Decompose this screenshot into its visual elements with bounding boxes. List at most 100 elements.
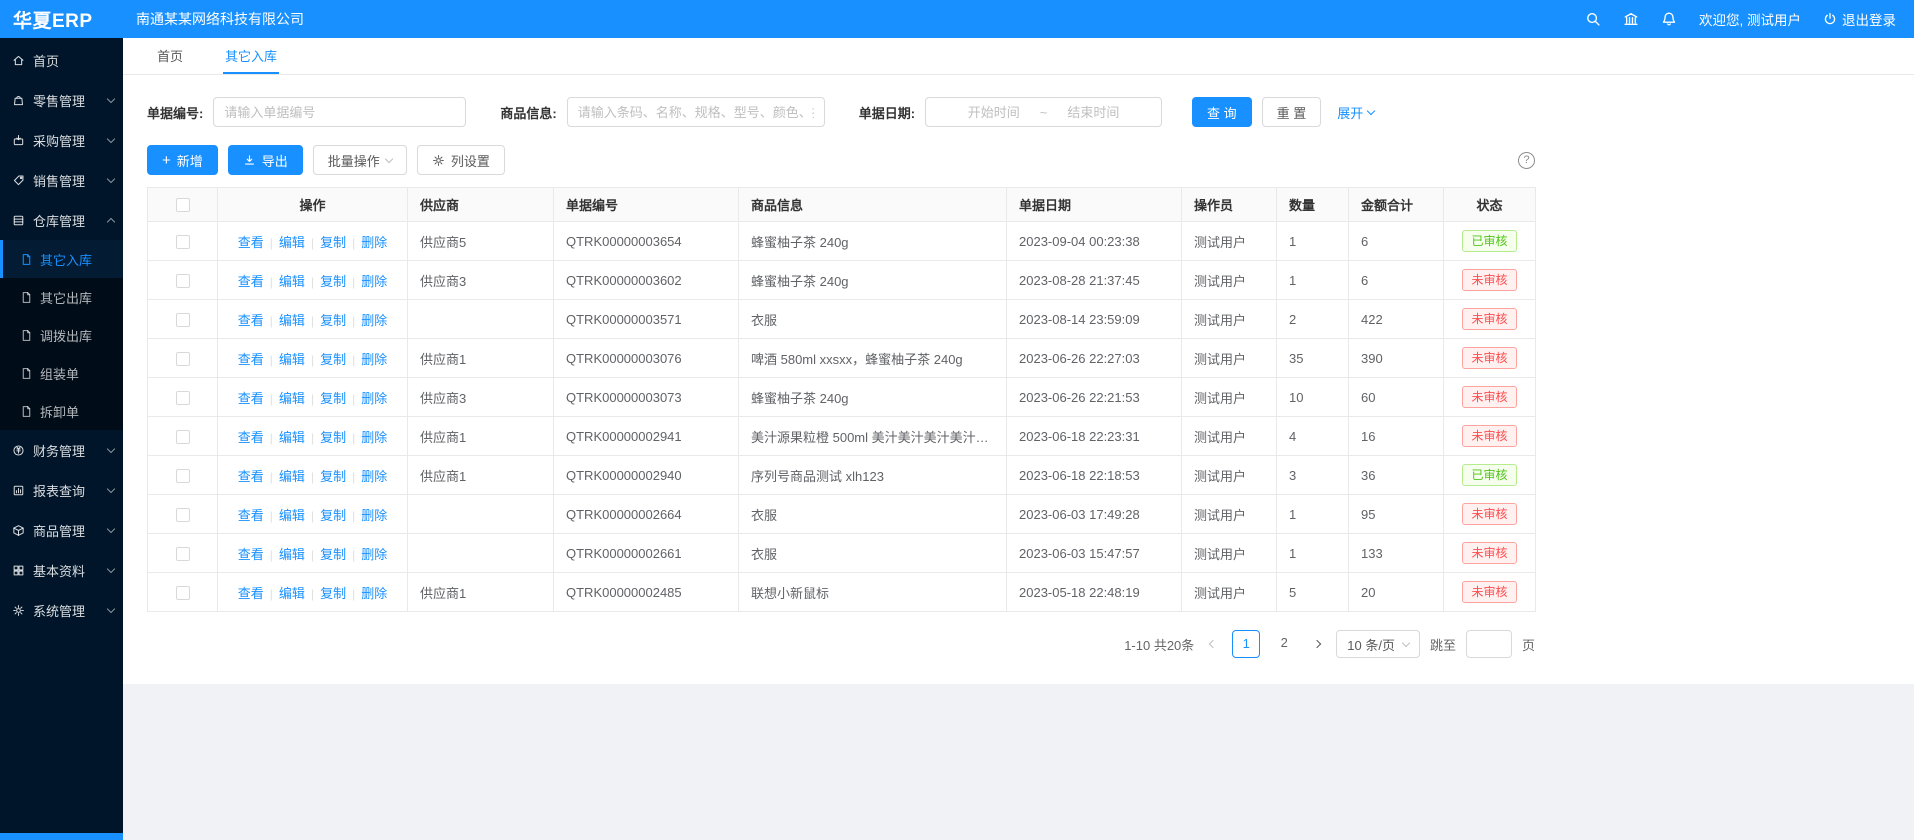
row-checkbox[interactable]: [176, 586, 190, 600]
sidebar-subitem-disassembly-order[interactable]: 拆卸单: [0, 392, 123, 430]
edit-link[interactable]: 编辑: [279, 274, 305, 289]
sidebar-subitem-label: 其它出库: [40, 288, 92, 307]
sidebar-item-basic-data[interactable]: 基本资料: [0, 550, 123, 590]
delete-link[interactable]: 删除: [361, 586, 387, 601]
edit-link[interactable]: 编辑: [279, 469, 305, 484]
sidebar-item-home[interactable]: 首页: [0, 40, 123, 80]
view-link[interactable]: 查看: [238, 352, 264, 367]
sidebar-item-purchase[interactable]: 采购管理: [0, 120, 123, 160]
edit-link[interactable]: 编辑: [279, 547, 305, 562]
edit-link[interactable]: 编辑: [279, 313, 305, 328]
view-link[interactable]: 查看: [238, 235, 264, 250]
sidebar-item-system[interactable]: 系统管理: [0, 590, 123, 630]
sidebar-item-goods[interactable]: 商品管理: [0, 510, 123, 550]
column-settings-button[interactable]: 列设置: [417, 145, 505, 175]
edit-link[interactable]: 编辑: [279, 235, 305, 250]
view-link[interactable]: 查看: [238, 274, 264, 289]
tab-home[interactable]: 首页: [155, 38, 185, 74]
view-link[interactable]: 查看: [238, 586, 264, 601]
row-checkbox[interactable]: [176, 508, 190, 522]
start-date-input[interactable]: [950, 104, 1038, 121]
sidebar-subitem-other-outbound[interactable]: 其它出库: [0, 278, 123, 316]
prev-page-button[interactable]: [1204, 630, 1222, 658]
search-icon[interactable]: [1585, 11, 1601, 27]
edit-link[interactable]: 编辑: [279, 352, 305, 367]
sidebar-subitem-allocation-outbound[interactable]: 调拨出库: [0, 316, 123, 354]
sidebar-item-report[interactable]: 报表查询: [0, 470, 123, 510]
sidebar-subitem-assembly-order[interactable]: 组装单: [0, 354, 123, 392]
status-cell: 已审核: [1444, 456, 1536, 495]
copy-link[interactable]: 复制: [320, 547, 346, 562]
view-link[interactable]: 查看: [238, 313, 264, 328]
delete-link[interactable]: 删除: [361, 508, 387, 523]
goods-info-cell: 美汁源果粒橙 500ml 美汁美汁美汁美汁美汁美...: [739, 417, 1007, 456]
logout-button[interactable]: 退出登录: [1823, 9, 1896, 29]
sidebar-item-finance[interactable]: 财务管理: [0, 430, 123, 470]
bill-no-input[interactable]: [213, 97, 466, 127]
help-icon[interactable]: ?: [1518, 152, 1535, 169]
delete-link[interactable]: 删除: [361, 430, 387, 445]
delete-link[interactable]: 删除: [361, 547, 387, 562]
edit-link[interactable]: 编辑: [279, 430, 305, 445]
edit-link[interactable]: 编辑: [279, 586, 305, 601]
gear-icon: [432, 154, 445, 167]
date-range-picker[interactable]: ~: [925, 97, 1162, 127]
row-checkbox[interactable]: [176, 313, 190, 327]
page-number-1[interactable]: 1: [1232, 630, 1260, 658]
view-link[interactable]: 查看: [238, 430, 264, 445]
row-checkbox[interactable]: [176, 469, 190, 483]
delete-link[interactable]: 删除: [361, 391, 387, 406]
view-link[interactable]: 查看: [238, 469, 264, 484]
delete-link[interactable]: 删除: [361, 313, 387, 328]
edit-link[interactable]: 编辑: [279, 508, 305, 523]
export-button[interactable]: 导出: [228, 145, 303, 175]
copy-link[interactable]: 复制: [320, 469, 346, 484]
bank-icon[interactable]: [1623, 11, 1639, 27]
next-page-button[interactable]: [1308, 630, 1326, 658]
sidebar-item-sales[interactable]: 销售管理: [0, 160, 123, 200]
row-checkbox[interactable]: [176, 391, 190, 405]
view-link[interactable]: 查看: [238, 547, 264, 562]
copy-link[interactable]: 复制: [320, 586, 346, 601]
sidebar-item-warehouse[interactable]: 仓库管理: [0, 200, 123, 240]
row-checkbox[interactable]: [176, 274, 190, 288]
row-checkbox[interactable]: [176, 352, 190, 366]
add-button[interactable]: + 新增: [147, 145, 218, 175]
delete-link[interactable]: 删除: [361, 274, 387, 289]
copy-link[interactable]: 复制: [320, 274, 346, 289]
copy-link[interactable]: 复制: [320, 430, 346, 445]
row-checkbox[interactable]: [176, 547, 190, 561]
page-number-2[interactable]: 2: [1270, 630, 1298, 658]
row-checkbox[interactable]: [176, 235, 190, 249]
copy-link[interactable]: 复制: [320, 313, 346, 328]
bell-icon[interactable]: [1661, 11, 1677, 27]
app-logo[interactable]: 华夏ERP: [0, 6, 123, 33]
copy-link[interactable]: 复制: [320, 508, 346, 523]
tab-other-inbound[interactable]: 其它入库: [223, 38, 279, 74]
delete-link[interactable]: 删除: [361, 352, 387, 367]
view-link[interactable]: 查看: [238, 508, 264, 523]
sidebar-subitem-other-inbound[interactable]: 其它入库: [0, 240, 123, 278]
operator-cell: 测试用户: [1182, 534, 1277, 573]
copy-link[interactable]: 复制: [320, 391, 346, 406]
page-size-select[interactable]: 10 条/页: [1336, 630, 1420, 658]
row-select-cell: [148, 222, 218, 261]
copy-link[interactable]: 复制: [320, 235, 346, 250]
row-checkbox[interactable]: [176, 430, 190, 444]
search-button[interactable]: 查 询: [1192, 97, 1252, 127]
goods-info-input[interactable]: [567, 97, 825, 127]
sidebar-item-retail[interactable]: 零售管理: [0, 80, 123, 120]
action-separator: |: [311, 275, 314, 289]
delete-link[interactable]: 删除: [361, 235, 387, 250]
end-date-input[interactable]: [1049, 104, 1137, 121]
edit-link[interactable]: 编辑: [279, 391, 305, 406]
select-all-checkbox[interactable]: [176, 198, 190, 212]
expand-toggle[interactable]: 展开: [1337, 103, 1374, 122]
copy-link[interactable]: 复制: [320, 352, 346, 367]
batch-actions-button[interactable]: 批量操作: [313, 145, 407, 175]
reset-button[interactable]: 重 置: [1262, 97, 1322, 127]
jump-page-input[interactable]: [1466, 630, 1512, 658]
action-separator: |: [311, 470, 314, 484]
view-link[interactable]: 查看: [238, 391, 264, 406]
delete-link[interactable]: 删除: [361, 469, 387, 484]
